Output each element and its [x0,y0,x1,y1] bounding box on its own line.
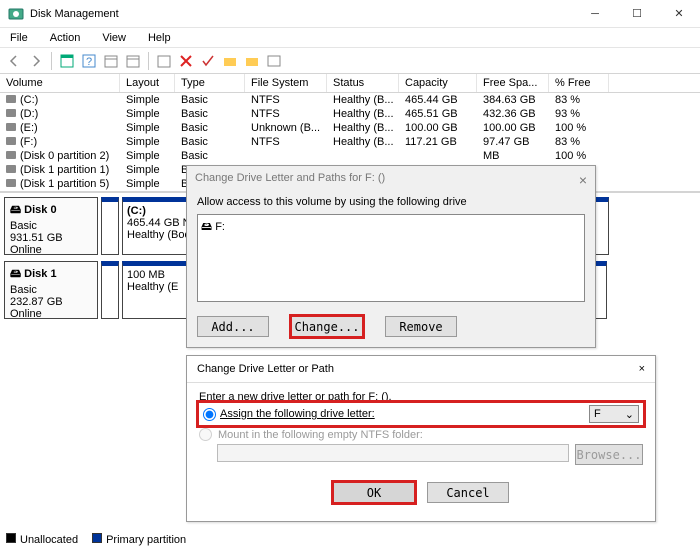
menu-action[interactable]: Action [46,30,85,46]
col-layout[interactable]: Layout [120,74,175,92]
col-type[interactable]: Type [175,74,245,92]
primary-swatch [92,533,102,543]
dialog2-title: Change Drive Letter or Path [197,363,639,375]
mount-label: Mount in the following empty NTFS folder… [218,429,423,441]
minimize-button[interactable]: ─ [574,0,616,28]
toolbar: ? [0,48,700,74]
window-title: Disk Management [30,8,574,20]
col-capacity[interactable]: Capacity [399,74,477,92]
unallocated-swatch [6,533,16,543]
col-pct[interactable]: % Free [549,74,609,92]
partition[interactable] [101,197,119,255]
close-button[interactable]: ✕ [658,0,700,28]
delete-icon[interactable] [176,51,196,71]
change-letter-dialog: Change Drive Letter or Path × Enter a ne… [186,355,656,522]
drive-letter-select[interactable]: F⌄ [589,405,639,423]
assign-label: Assign the following drive letter: [220,408,375,420]
settings-icon[interactable] [154,51,174,71]
forward-button[interactable] [26,51,46,71]
calendar2-icon[interactable] [123,51,143,71]
column-headers: Volume Layout Type File System Status Ca… [0,74,700,93]
back-button[interactable] [4,51,24,71]
col-fs[interactable]: File System [245,74,327,92]
check-icon[interactable] [198,51,218,71]
add-button[interactable]: Add... [197,316,269,337]
partition[interactable] [101,261,119,319]
calendar-icon[interactable] [101,51,121,71]
volume-row[interactable]: (C:)SimpleBasicNTFSHealthy (B...465.44 G… [0,93,700,107]
menu-bar: File Action View Help [0,28,700,48]
dialog2-message: Enter a new drive letter or path for F: … [199,391,643,403]
mount-radio[interactable] [199,428,212,441]
volume-row[interactable]: (Disk 0 partition 2)SimpleBasicMB100 % [0,149,700,163]
menu-file[interactable]: File [6,30,32,46]
list-icon[interactable] [264,51,284,71]
disk-info: 🖴 Disk 0Basic931.51 GBOnline [4,197,98,255]
app-icon [8,6,24,22]
folder2-icon[interactable] [242,51,262,71]
menu-help[interactable]: Help [144,30,175,46]
drive-icon: 🖴 [201,221,212,233]
listbox-item[interactable]: F: [215,221,225,233]
volume-row[interactable]: (D:)SimpleBasicNTFSHealthy (B...465.51 G… [0,107,700,121]
remove-button[interactable]: Remove [385,316,457,337]
assign-radio[interactable] [203,408,216,421]
change-button[interactable]: Change... [291,316,363,337]
close-icon[interactable]: × [579,172,587,188]
volume-row[interactable]: (E:)SimpleBasicUnknown (B...Healthy (B..… [0,121,700,135]
cancel-button[interactable]: Cancel [427,482,509,503]
menu-view[interactable]: View [98,30,130,46]
ok-button[interactable]: OK [333,482,415,503]
folder-icon[interactable] [220,51,240,71]
title-bar: Disk Management ─ ☐ ✕ [0,0,700,28]
paths-listbox[interactable]: 🖴 F: [197,214,585,302]
volume-row[interactable]: (F:)SimpleBasicNTFSHealthy (B...117.21 G… [0,135,700,149]
browse-button: Browse... [575,444,643,465]
close-icon[interactable]: × [639,363,645,375]
svg-text:?: ? [86,56,92,68]
col-free[interactable]: Free Spa... [477,74,549,92]
change-paths-dialog: Change Drive Letter and Paths for F: () … [186,165,596,348]
folder-input [217,444,569,462]
col-status[interactable]: Status [327,74,399,92]
dialog1-title: Change Drive Letter and Paths for F: () [195,172,579,188]
legend: Unallocated Primary partition [6,533,186,546]
view1-icon[interactable] [57,51,77,71]
col-volume[interactable]: Volume [0,74,120,92]
dialog1-message: Allow access to this volume by using the… [187,194,595,210]
help-icon[interactable]: ? [79,51,99,71]
maximize-button[interactable]: ☐ [616,0,658,28]
disk-info: 🖴 Disk 1Basic232.87 GBOnline [4,261,98,319]
